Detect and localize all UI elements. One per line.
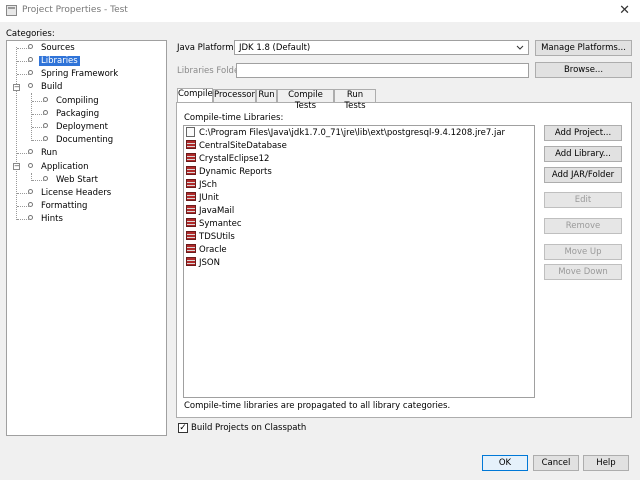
- tree-item-web-start[interactable]: Web Start: [43, 174, 100, 186]
- tab-run-tests[interactable]: Run Tests: [334, 89, 376, 111]
- node-icon: [28, 83, 33, 88]
- tree-item-spring-framework[interactable]: Spring Framework: [28, 68, 120, 80]
- list-item[interactable]: JSON: [186, 257, 220, 270]
- move-up-button[interactable]: Move Up: [544, 244, 622, 260]
- list-item[interactable]: JavaMail: [186, 205, 234, 218]
- add-project-button[interactable]: Add Project...: [544, 125, 622, 141]
- library-icon: [186, 231, 196, 240]
- library-icon: [186, 179, 196, 188]
- tree-item-libraries[interactable]: Libraries: [28, 55, 80, 67]
- tab-processor[interactable]: Processor: [213, 89, 256, 102]
- library-icon: [186, 166, 196, 175]
- tree-item-hints[interactable]: Hints: [28, 213, 65, 225]
- node-icon: [28, 215, 33, 220]
- node-icon: [28, 57, 33, 62]
- help-button[interactable]: Help: [583, 455, 629, 471]
- node-icon: [43, 110, 48, 115]
- build-on-classpath-label: Build Projects on Classpath: [191, 423, 307, 433]
- list-item[interactable]: C:\Program Files\Java\jdk1.7.0_71\jre\li…: [186, 126, 505, 140]
- node-icon: [28, 70, 33, 75]
- jar-icon: [186, 126, 195, 137]
- list-item[interactable]: Dynamic Reports: [186, 166, 272, 179]
- cancel-button[interactable]: Cancel: [533, 455, 579, 471]
- list-item[interactable]: JUnit: [186, 192, 219, 205]
- list-item[interactable]: CentralSiteDatabase: [186, 140, 287, 153]
- node-icon: [28, 163, 33, 168]
- java-platform-value: JDK 1.8 (Default): [239, 43, 311, 53]
- libraries-folder-input[interactable]: [236, 63, 529, 78]
- tree-line: [16, 47, 17, 220]
- list-item[interactable]: Oracle: [186, 244, 227, 257]
- app-icon: [6, 5, 17, 16]
- tab-compile-tests[interactable]: Compile Tests: [277, 89, 334, 111]
- tree-item-deployment[interactable]: Deployment: [43, 121, 110, 133]
- node-icon: [43, 97, 48, 102]
- list-item[interactable]: TDSUtils: [186, 231, 235, 244]
- categories-tree[interactable]: − − Sources Libraries Spring Framework B…: [6, 40, 167, 436]
- title-bar: Project Properties - Test ✕: [0, 0, 640, 22]
- list-item[interactable]: JSch: [186, 179, 217, 192]
- ok-button[interactable]: OK: [482, 455, 528, 471]
- collapse-icon[interactable]: −: [13, 84, 20, 91]
- library-icon: [186, 244, 196, 253]
- java-platform-label: Java Platform:: [177, 43, 237, 53]
- tree-item-formatting[interactable]: Formatting: [28, 200, 89, 212]
- library-icon: [186, 153, 196, 162]
- node-icon: [28, 189, 33, 194]
- tree-item-run[interactable]: Run: [28, 147, 59, 159]
- edit-button[interactable]: Edit: [544, 192, 622, 208]
- tree-item-build[interactable]: Build: [28, 81, 64, 93]
- collapse-icon[interactable]: −: [13, 163, 20, 170]
- browse-button[interactable]: Browse...: [535, 62, 632, 78]
- tree-item-compiling[interactable]: Compiling: [43, 95, 101, 107]
- node-icon: [43, 136, 48, 141]
- add-library-button[interactable]: Add Library...: [544, 146, 622, 162]
- close-icon[interactable]: ✕: [619, 3, 630, 18]
- build-on-classpath-checkbox[interactable]: ✓: [178, 423, 188, 433]
- tab-compile[interactable]: Compile: [177, 88, 213, 102]
- list-item[interactable]: Symantec: [186, 218, 242, 231]
- propagation-note: Compile-time libraries are propagated to…: [184, 401, 451, 411]
- tree-item-license-headers[interactable]: License Headers: [28, 187, 113, 199]
- manage-platforms-button[interactable]: Manage Platforms...: [535, 40, 632, 56]
- move-down-button[interactable]: Move Down: [544, 264, 622, 280]
- node-icon: [28, 149, 33, 154]
- node-icon: [28, 202, 33, 207]
- list-item[interactable]: CrystalEclipse12: [186, 153, 269, 166]
- library-icon: [186, 257, 196, 266]
- chevron-down-icon: [516, 45, 524, 50]
- node-icon: [28, 44, 33, 49]
- tree-item-packaging[interactable]: Packaging: [43, 108, 101, 120]
- library-icon: [186, 140, 196, 149]
- node-icon: [43, 176, 48, 181]
- library-icon: [186, 218, 196, 227]
- tree-item-sources[interactable]: Sources: [28, 42, 77, 54]
- remove-button[interactable]: Remove: [544, 218, 622, 234]
- library-icon: [186, 192, 196, 201]
- compile-libraries-list[interactable]: C:\Program Files\Java\jdk1.7.0_71\jre\li…: [183, 125, 535, 398]
- categories-label: Categories:: [6, 29, 55, 39]
- tree-item-application[interactable]: Application: [28, 161, 91, 173]
- node-icon: [43, 123, 48, 128]
- library-icon: [186, 205, 196, 214]
- java-platform-select[interactable]: JDK 1.8 (Default): [234, 40, 529, 55]
- window-title: Project Properties - Test: [22, 5, 128, 15]
- tree-item-documenting[interactable]: Documenting: [43, 134, 115, 146]
- add-jar-folder-button[interactable]: Add JAR/Folder: [544, 167, 622, 183]
- compile-libraries-label: Compile-time Libraries:: [184, 113, 284, 123]
- tab-run[interactable]: Run: [256, 89, 277, 102]
